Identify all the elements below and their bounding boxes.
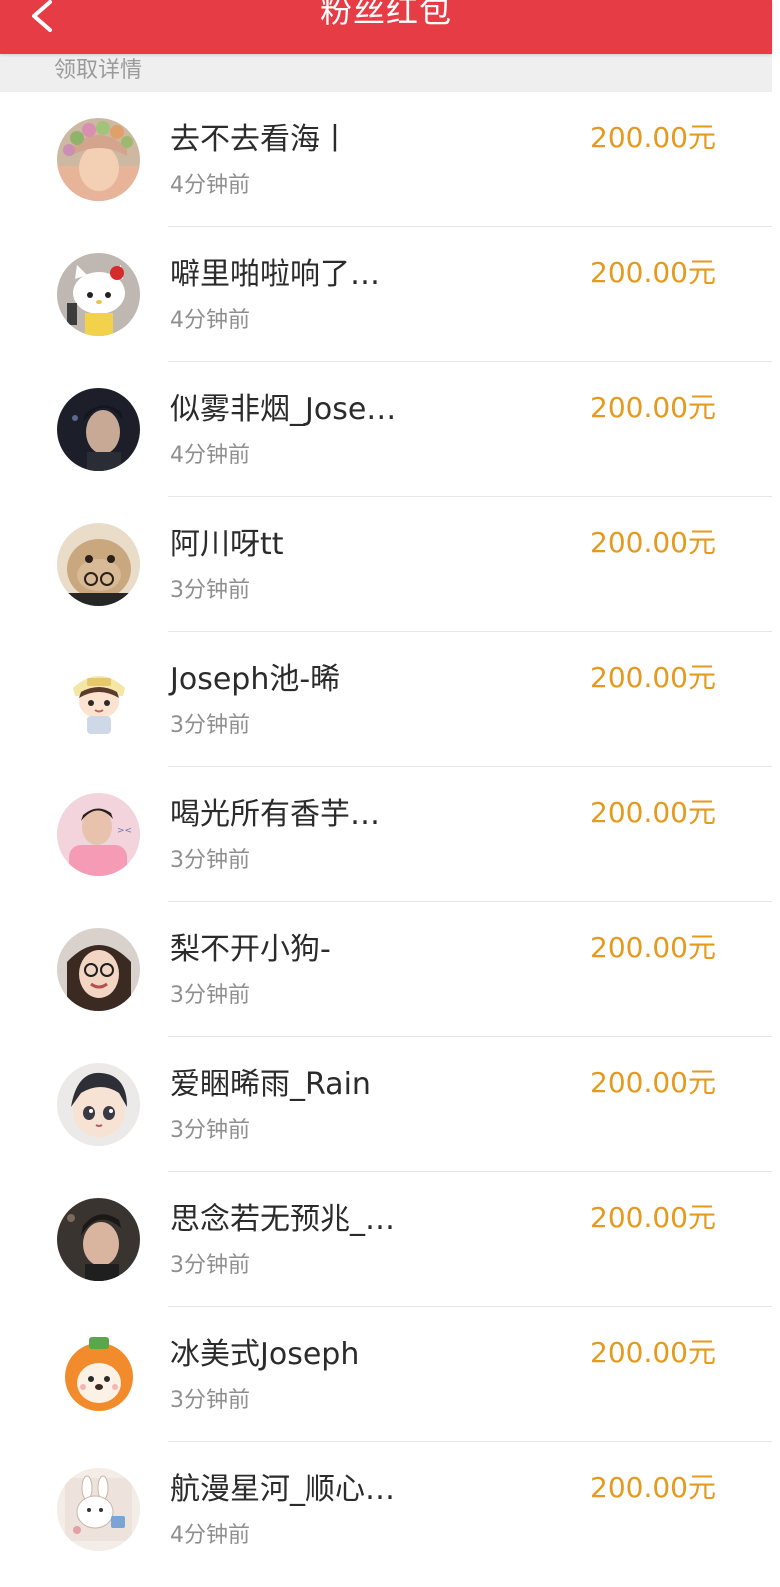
- avatar-selfie-icon: [57, 1198, 140, 1281]
- list-item[interactable]: 似雾非烟_Jose… 4分钟前 200.00元: [0, 362, 772, 497]
- recipient-name: 喝光所有香芋…: [170, 797, 380, 832]
- avatar-hello-kitty-icon: [57, 253, 140, 336]
- claim-time: 4分钟前: [170, 443, 250, 468]
- recipient-name: Joseph池-晞: [170, 662, 341, 697]
- recipient-list: 去不去看海丨 4分钟前 200.00元 噼里啪啦响了… 4分钟前 200.00元…: [0, 92, 772, 1577]
- section-label: 领取详情: [54, 58, 143, 83]
- avatar[interactable]: [57, 523, 140, 606]
- avatar[interactable]: ><: [57, 793, 140, 876]
- claim-amount: 200.00元: [590, 931, 716, 964]
- avatar-girl-glasses-icon: [57, 928, 140, 1011]
- recipient-name: 航漫星河_顺心…: [170, 1472, 395, 1507]
- avatar[interactable]: [57, 1063, 140, 1146]
- avatar-orange-pet-icon: [57, 1333, 140, 1416]
- claim-time: 3分钟前: [170, 848, 250, 873]
- claim-time: 4分钟前: [170, 173, 250, 198]
- recipient-name: 阿川呀tt: [170, 527, 284, 562]
- avatar[interactable]: [57, 658, 140, 741]
- list-item[interactable]: 思念若无预兆_… 3分钟前 200.00元: [0, 1172, 772, 1307]
- page-title: 粉丝红包: [319, 0, 452, 30]
- recipient-name: 爱睏晞雨_Rain: [170, 1067, 371, 1102]
- avatar-bunny-sticker-icon: [57, 1468, 140, 1551]
- claim-time: 4分钟前: [170, 308, 250, 333]
- top-bar: 粉丝红包: [0, 0, 772, 54]
- avatar-flower-crown-icon: [57, 118, 140, 201]
- avatar[interactable]: [57, 118, 140, 201]
- claim-time: 4分钟前: [170, 1523, 250, 1548]
- claim-time: 3分钟前: [170, 1388, 250, 1413]
- avatar-anime-boy-icon: [57, 1063, 140, 1146]
- avatar-pink-portrait-icon: ><: [57, 793, 140, 876]
- claim-amount: 200.00元: [590, 796, 716, 829]
- list-item[interactable]: 爱睏晞雨_Rain 3分钟前 200.00元: [0, 1037, 772, 1172]
- svg-text:><: ><: [117, 826, 132, 836]
- claim-amount: 200.00元: [590, 1471, 716, 1504]
- claim-amount: 200.00元: [590, 121, 716, 154]
- recipient-name: 梨不开小狗-: [170, 932, 331, 967]
- list-item[interactable]: 梨不开小狗- 3分钟前 200.00元: [0, 902, 772, 1037]
- list-item[interactable]: 航漫星河_顺心… 4分钟前 200.00元: [0, 1442, 772, 1577]
- claim-time: 3分钟前: [170, 578, 250, 603]
- recipient-name: 冰美式Joseph: [170, 1337, 360, 1372]
- list-item[interactable]: 噼里啪啦响了… 4分钟前 200.00元: [0, 227, 772, 362]
- claim-amount: 200.00元: [590, 1336, 716, 1369]
- claim-amount: 200.00元: [590, 661, 716, 694]
- claim-amount: 200.00元: [590, 1201, 716, 1234]
- claim-time: 3分钟前: [170, 713, 250, 738]
- list-item[interactable]: Joseph池-晞 3分钟前 200.00元: [0, 632, 772, 767]
- avatar-cartoon-boy-icon: [57, 658, 140, 741]
- red-packet-details-page: 粉丝红包 领取详情 去不去看海丨 4分钟前 200.00元 噼里啪啦响了… 4分…: [0, 0, 780, 1587]
- avatar[interactable]: [57, 388, 140, 471]
- recipient-name: 去不去看海丨: [170, 122, 350, 157]
- claim-time: 3分钟前: [170, 1118, 250, 1143]
- avatar[interactable]: [57, 253, 140, 336]
- avatar[interactable]: [57, 928, 140, 1011]
- recipient-name: 思念若无预兆_…: [170, 1202, 395, 1237]
- recipient-name: 似雾非烟_Jose…: [170, 392, 397, 427]
- claim-amount: 200.00元: [590, 1066, 716, 1099]
- claim-amount: 200.00元: [590, 256, 716, 289]
- list-item[interactable]: >< 喝光所有香芋… 3分钟前 200.00元: [0, 767, 772, 902]
- list-item[interactable]: 阿川呀tt 3分钟前 200.00元: [0, 497, 772, 632]
- claim-amount: 200.00元: [590, 391, 716, 424]
- claim-time: 3分钟前: [170, 1253, 250, 1278]
- list-item[interactable]: 去不去看海丨 4分钟前 200.00元: [0, 92, 772, 227]
- avatar[interactable]: [57, 1468, 140, 1551]
- avatar-plush-bear-icon: [57, 523, 140, 606]
- list-item[interactable]: 冰美式Joseph 3分钟前 200.00元: [0, 1307, 772, 1442]
- claim-amount: 200.00元: [590, 526, 716, 559]
- section-header: 领取详情: [0, 54, 772, 92]
- avatar[interactable]: [57, 1333, 140, 1416]
- avatar[interactable]: [57, 1198, 140, 1281]
- recipient-name: 噼里啪啦响了…: [170, 257, 380, 292]
- claim-time: 3分钟前: [170, 983, 250, 1008]
- avatar-dark-portrait-icon: [57, 388, 140, 471]
